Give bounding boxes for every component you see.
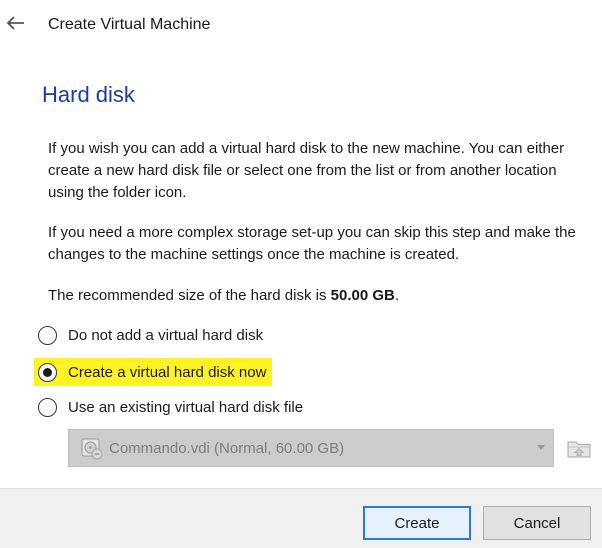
option-use-existing[interactable]: Use an existing virtual hard disk file bbox=[38, 394, 303, 420]
existing-disk-value: Commando.vdi (Normal, 60.00 GB) bbox=[109, 439, 345, 457]
recommended-size-text: The recommended size of the hard disk is… bbox=[48, 285, 596, 307]
existing-disk-select[interactable]: Commando.vdi (Normal, 60.00 GB) bbox=[68, 429, 554, 467]
recommended-size-prefix: The recommended size of the hard disk is bbox=[48, 287, 331, 304]
option-create-new[interactable]: Create a virtual hard disk now bbox=[34, 358, 273, 386]
recommended-size-value: 50.00 GB bbox=[330, 287, 395, 304]
description-paragraph-1: If you wish you can add a virtual hard d… bbox=[48, 140, 565, 201]
page-heading: Hard disk bbox=[42, 82, 135, 107]
recommended-size-suffix: . bbox=[394, 287, 400, 304]
hard-disk-icon bbox=[79, 435, 105, 461]
option-no-disk-label: Do not add a virtual hard disk bbox=[68, 326, 264, 344]
window-title: Create Virtual Machine bbox=[48, 16, 211, 33]
radio-create-new[interactable] bbox=[38, 362, 57, 382]
create-button[interactable]: Create bbox=[363, 506, 471, 540]
folder-icon bbox=[567, 441, 591, 458]
title-bar: Create Virtual Machine bbox=[0, 0, 602, 52]
choose-disk-folder-button[interactable] bbox=[562, 431, 596, 465]
radio-use-existing[interactable] bbox=[38, 397, 57, 417]
radio-no-disk[interactable] bbox=[38, 325, 57, 345]
option-no-disk[interactable]: Do not add a virtual hard disk bbox=[38, 322, 263, 348]
dialog-footer: Create Cancel bbox=[0, 488, 602, 548]
arrow-left-icon bbox=[6, 16, 24, 30]
back-button[interactable] bbox=[2, 10, 28, 36]
radio-selected-dot bbox=[43, 367, 52, 377]
option-create-new-label: Create a virtual hard disk now bbox=[68, 363, 267, 381]
option-use-existing-label: Use an existing virtual hard disk file bbox=[68, 398, 304, 416]
cancel-button[interactable]: Cancel bbox=[483, 506, 591, 540]
description-paragraph-2: If you need a more complex storage set-u… bbox=[48, 224, 576, 263]
chevron-down-icon[interactable] bbox=[537, 445, 545, 450]
